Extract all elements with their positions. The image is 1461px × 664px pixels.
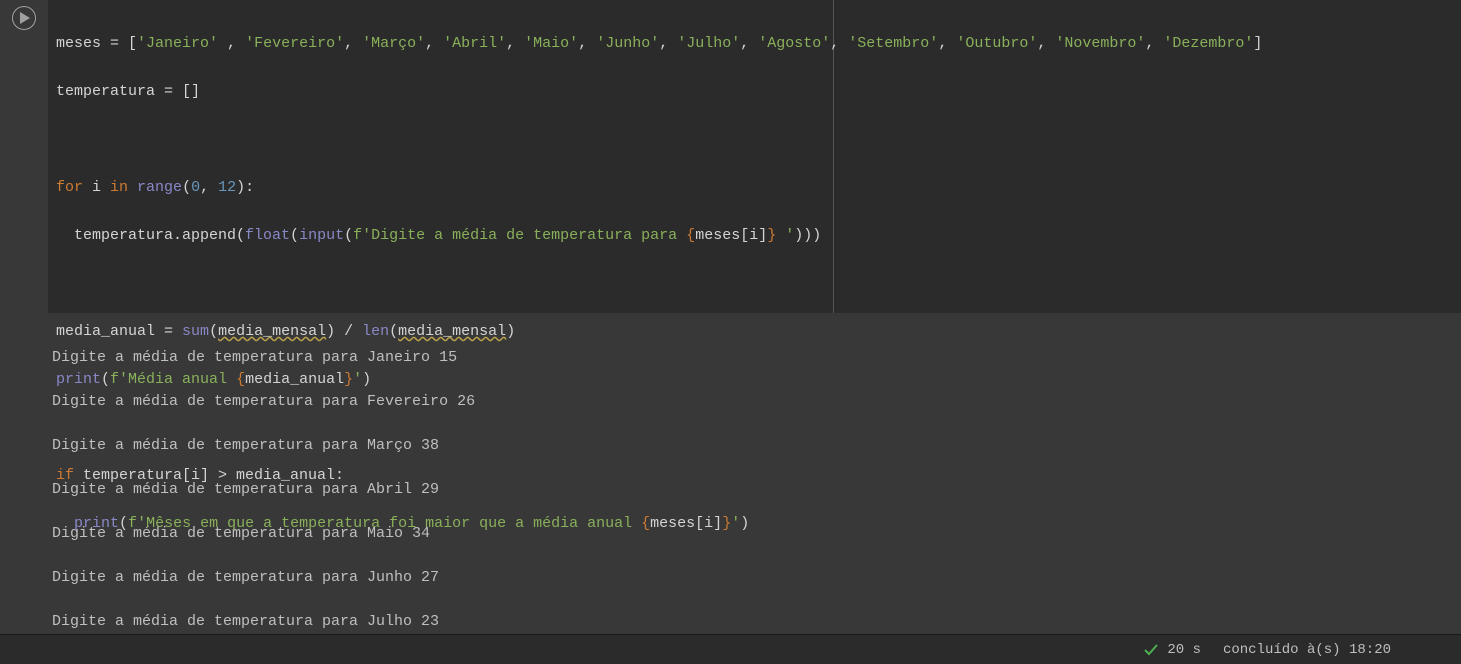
code-token: ) [740, 515, 749, 532]
code-token: ' [731, 515, 740, 532]
output-line: Digite a média de temperatura para Julho… [52, 611, 1461, 633]
code-token: = [ [101, 35, 137, 52]
code-token: meses[i] [650, 515, 722, 532]
code-token: range [128, 179, 182, 196]
code-token: len [362, 323, 389, 340]
code-token: 0 [191, 179, 200, 196]
code-token: 'Média anual [119, 371, 236, 388]
code-token: } [722, 515, 731, 532]
code-token: ( [344, 227, 353, 244]
code-token: media_anual [245, 371, 344, 388]
code-token: f [128, 515, 137, 532]
code-token: meses [56, 35, 101, 52]
code-token: ] [1253, 35, 1262, 52]
code-token: 'Março' [362, 35, 425, 52]
code-token: temperatura[i] > media_anual: [74, 467, 344, 484]
code-token: f [353, 227, 362, 244]
code-token: { [686, 227, 695, 244]
code-token: float [245, 227, 290, 244]
code-token: if [56, 467, 74, 484]
code-token: 'Digite a média de temperatura para [362, 227, 686, 244]
code-token: ( [209, 323, 218, 340]
code-token: sum [182, 323, 209, 340]
code-token: 'Janeiro' [137, 35, 218, 52]
code-token: temperatura = [] [56, 83, 200, 100]
code-token: ( [290, 227, 299, 244]
code-token: , [200, 179, 218, 196]
exec-duration: 20 s [1167, 642, 1201, 658]
code-token: for [56, 179, 83, 196]
code-token: { [641, 515, 650, 532]
code-token: 'Fevereiro' [245, 35, 344, 52]
code-token [56, 515, 74, 532]
code-token: media_anual [56, 323, 155, 340]
code-token: 'Agosto' [758, 35, 830, 52]
code-token: 'Novembro' [1055, 35, 1145, 52]
code-token: 12 [218, 179, 236, 196]
code-token: 'Mêses em que a temperatura foi maior qu… [137, 515, 641, 532]
code-token: ' [353, 371, 362, 388]
code-editor[interactable]: meses = ['Janeiro' , 'Fevereiro', 'Março… [48, 0, 1461, 313]
status-bar: 20 s concluído à(s) 18:20 [0, 634, 1461, 664]
code-token: temperatura.append( [56, 227, 245, 244]
code-token: = [155, 323, 182, 340]
code-cell: meses = ['Janeiro' , 'Fevereiro', 'Março… [0, 0, 1461, 313]
code-token: print [74, 515, 119, 532]
code-token: ))) [794, 227, 821, 244]
check-icon [1143, 642, 1159, 658]
code-token: ' [776, 227, 794, 244]
code-token: ( [389, 323, 398, 340]
play-icon [20, 12, 30, 24]
code-token: ( [182, 179, 191, 196]
code-token: ) [362, 371, 371, 388]
code-token: 'Junho' [596, 35, 659, 52]
code-token: ) / [326, 323, 362, 340]
code-token: input [299, 227, 344, 244]
code-token: 'Setembro' [848, 35, 938, 52]
code-token: 'Maio' [524, 35, 578, 52]
code-token: 'Abril' [443, 35, 506, 52]
code-token: } [767, 227, 776, 244]
code-token: 'Outubro' [956, 35, 1037, 52]
gutter [0, 0, 48, 313]
code-token: i [83, 179, 110, 196]
code-token: { [236, 371, 245, 388]
code-token: } [344, 371, 353, 388]
code-token: meses[i] [695, 227, 767, 244]
code-token: ): [236, 179, 254, 196]
code-token: ) [506, 323, 515, 340]
code-token: in [110, 179, 128, 196]
exec-completed: concluído à(s) 18:20 [1223, 642, 1391, 658]
code-token: ( [119, 515, 128, 532]
code-token: 'Dezembro' [1163, 35, 1253, 52]
code-token: 'Julho' [677, 35, 740, 52]
code-token: media_mensal [398, 323, 506, 340]
code-token: print [56, 371, 101, 388]
code-token: ( [101, 371, 110, 388]
run-cell-button[interactable] [12, 6, 36, 30]
code-token: f [110, 371, 119, 388]
code-token: media_mensal [218, 323, 326, 340]
